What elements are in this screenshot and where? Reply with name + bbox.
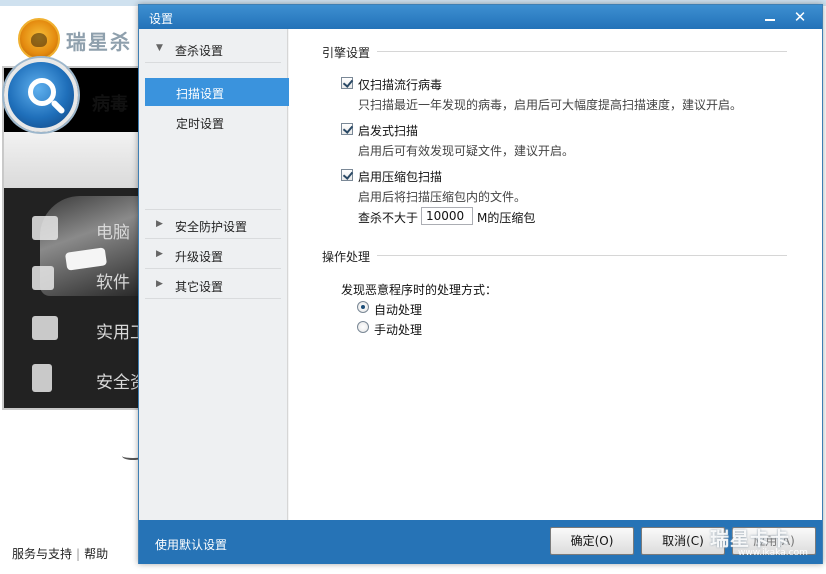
nav-group-label: 安全防护设置 <box>175 220 248 234</box>
nav-group-protection[interactable]: ▶ 安全防护设置 <box>139 209 288 239</box>
popular-virus-label[interactable]: 仅扫描流行病毒 <box>358 76 442 93</box>
archive-scan-checkbox[interactable] <box>341 169 353 181</box>
background-brand-text: 瑞星杀 <box>66 30 132 54</box>
nav-divider <box>145 268 281 269</box>
popular-virus-checkbox[interactable] <box>341 77 353 89</box>
settings-content-pane: 引擎设置 仅扫描流行病毒 只扫描最近一年发现的病毒，启用后可大幅度提高扫描速度，… <box>289 29 822 520</box>
popular-virus-desc: 只扫描最近一年发现的病毒，启用后可大幅度提高扫描速度，建议开启。 <box>358 98 743 112</box>
chevron-right-icon: ▶ <box>156 279 163 289</box>
chevron-right-icon: ▶ <box>156 249 163 259</box>
archive-scan-label[interactable]: 启用压缩包扫描 <box>358 168 442 185</box>
watermark-url: www.ikaka.com <box>738 548 808 558</box>
dialog-title: 设置 <box>149 12 174 26</box>
footer-separator: | <box>76 547 81 561</box>
engine-section-title: 引擎设置 <box>322 46 371 60</box>
nav-item-label: 扫描设置 <box>176 87 225 101</box>
nav-divider <box>145 238 281 239</box>
nav-group-other[interactable]: ▶ 其它设置 <box>139 271 288 299</box>
chevron-down-icon: ▼ <box>156 43 163 53</box>
manual-handle-label[interactable]: 手动处理 <box>374 321 422 338</box>
background-footer: 服务与支持 | 帮助 <box>12 545 108 562</box>
magnifier-handle <box>50 99 66 115</box>
heuristic-scan-desc: 启用后可有效发现可疑文件，建议开启。 <box>358 144 575 158</box>
chevron-right-icon: ▶ <box>156 219 163 229</box>
monitor-icon[interactable] <box>32 216 58 240</box>
archive-scan-desc: 启用后将扫描压缩包内的文件。 <box>358 190 527 204</box>
background-menu-software[interactable]: 软件 <box>96 268 130 293</box>
nav-group-upgrade[interactable]: ▶ 升级设置 <box>139 241 288 269</box>
minimize-button[interactable] <box>759 7 781 27</box>
lion-logo-icon <box>18 18 60 60</box>
nav-divider <box>145 209 281 210</box>
section-divider <box>377 255 787 256</box>
heuristic-scan-checkbox[interactable] <box>341 123 353 135</box>
background-virus-scan-bar[interactable] <box>4 132 138 188</box>
archive-size-suffix: M的压缩包 <box>477 211 536 225</box>
archive-size-input[interactable] <box>421 207 473 225</box>
archive-size-prefix: 查杀不大于 <box>358 211 419 225</box>
action-section-title: 操作处理 <box>322 250 371 264</box>
nav-item-label: 定时设置 <box>176 117 225 131</box>
heuristic-scan-label[interactable]: 启发式扫描 <box>358 122 418 139</box>
auto-handle-radio[interactable] <box>357 301 369 313</box>
settings-dialog: 设置 ✕ ▼ 查杀设置 扫描设置 定时设置 ▶ 安全防护设置 ▶ 升级设置 ▶ <box>138 4 823 564</box>
nav-group-label: 升级设置 <box>175 250 224 264</box>
upload-arrow-icon[interactable] <box>32 266 54 290</box>
help-link[interactable]: 帮助 <box>84 547 108 561</box>
manual-handle-radio[interactable] <box>357 321 369 333</box>
site-watermark: 瑞星卡卡 www.ikaka.com <box>706 522 818 566</box>
support-link[interactable]: 服务与支持 <box>12 547 72 561</box>
virus-scan-magnifier-icon[interactable] <box>4 58 78 132</box>
watermark-logo-text: 瑞星卡卡 <box>710 528 791 550</box>
auto-handle-label[interactable]: 自动处理 <box>374 301 422 318</box>
use-default-settings-link[interactable]: 使用默认设置 <box>155 536 227 553</box>
document-list-icon[interactable] <box>32 364 52 392</box>
minimize-icon <box>765 19 775 21</box>
dialog-title-bar[interactable]: 设置 ✕ <box>139 5 822 29</box>
nav-divider <box>145 298 281 299</box>
nav-group-scan-settings[interactable]: ▼ 查杀设置 <box>139 35 288 63</box>
ok-button[interactable]: 确定(O) <box>550 527 634 555</box>
nav-divider <box>145 62 281 63</box>
action-question: 发现恶意程序时的处理方式： <box>341 283 498 297</box>
section-divider <box>377 51 787 52</box>
nav-item-scheduled[interactable]: 定时设置 <box>145 108 289 136</box>
toolbox-icon[interactable] <box>32 316 58 340</box>
nav-group-label: 其它设置 <box>175 280 224 294</box>
close-button[interactable]: ✕ <box>789 7 811 27</box>
virus-scan-label: 病毒 <box>92 94 128 115</box>
nav-item-scan[interactable]: 扫描设置 <box>145 78 296 106</box>
settings-nav-sidebar: ▼ 查杀设置 扫描设置 定时设置 ▶ 安全防护设置 ▶ 升级设置 ▶ 其它设置 <box>139 29 296 520</box>
background-menu-computer[interactable]: 电脑 <box>96 218 130 243</box>
nav-group-label: 查杀设置 <box>175 44 224 58</box>
